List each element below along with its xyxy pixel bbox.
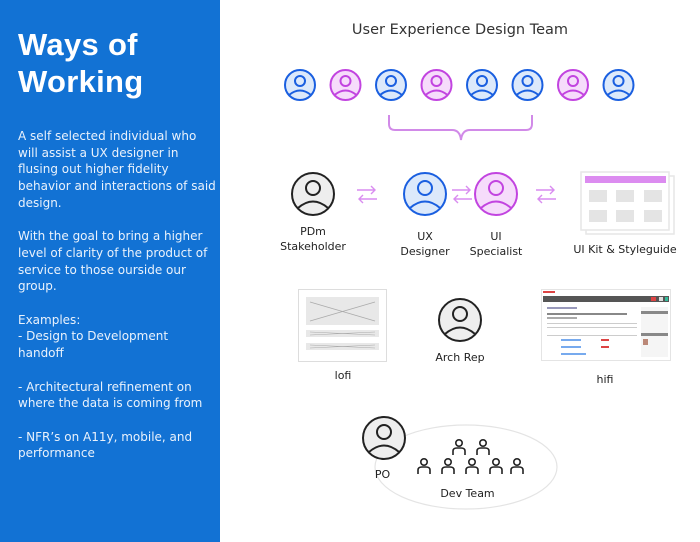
dev-team-label: Dev Team: [440, 487, 495, 500]
developer-icon: [441, 457, 455, 474]
developer-icon: [417, 457, 431, 474]
developer-icon: [510, 457, 524, 474]
developer-icon: [476, 438, 490, 455]
dev-team-people-icon: [417, 438, 524, 474]
developer-icon: [452, 438, 466, 455]
developer-icon: [489, 457, 503, 474]
developer-icon: [465, 457, 479, 474]
